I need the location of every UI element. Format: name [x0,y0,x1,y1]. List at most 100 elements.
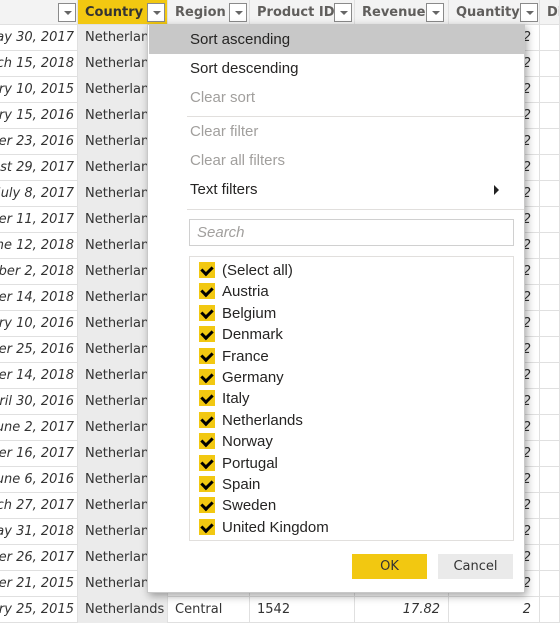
checkbox-checked-icon[interactable] [199,326,215,343]
cell-date: rch 15, 2018 [0,51,78,77]
date-text: ber 14, 2018 [0,368,74,383]
date-text: ber 16, 2017 [0,446,74,461]
value-list: (Select all) Austria Belgium Denmark France G… [189,256,514,541]
cell-extra [540,389,560,415]
date-text: ber 21, 2015 [0,576,74,591]
clear-filter-item[interactable]: Clear filter [149,117,524,146]
clear-sort-item[interactable]: Clear sort [149,83,524,112]
filter-option[interactable]: Sweden [199,495,276,516]
option-label: Sweden [222,497,277,515]
checkbox-checked-icon[interactable] [199,369,215,385]
date-text: une 12, 2018 [0,238,74,253]
option-label: Belgium [222,304,277,322]
cell-date: rch 27, 2017 [0,493,78,519]
filter-option[interactable]: Norway [199,431,273,452]
cell-extra [540,181,560,207]
cell-extra [540,259,560,285]
cell-extra [540,155,560,181]
cancel-button[interactable]: Cancel [438,554,513,579]
text-filters-label: Text filters [190,181,258,198]
filter-dropdown-button[interactable] [520,3,538,22]
date-text: rch 15, 2018 [0,56,74,71]
filter-dropdown-button[interactable] [229,3,247,22]
checkbox-checked-icon[interactable] [199,454,215,471]
cell-date: June 6, 2016 [0,467,78,493]
search-input[interactable]: Search [189,219,514,246]
cell-extra [540,441,560,467]
filter-option[interactable]: Germany [199,367,284,388]
option-label: (Select all) [222,262,293,279]
cell-extra [540,311,560,337]
filter-option[interactable]: Italy [199,388,250,409]
cell-extra [540,337,560,363]
date-text: May 31, 2018 [0,524,74,539]
checkbox-checked-icon[interactable] [199,433,215,450]
option-label: Norway [222,433,273,451]
cell-date: ary 10, 2015 [0,77,78,103]
checkbox-checked-icon[interactable] [199,411,215,428]
filter-option[interactable]: Austria [199,281,269,302]
cell-date: ust 29, 2017 [0,155,78,181]
date-text: mber 2, 2018 [0,264,74,279]
filter-dropdown-button[interactable] [147,3,165,22]
checkbox-checked-icon[interactable] [199,304,215,321]
filter-option[interactable]: France [199,346,269,367]
filter-dropdown-button[interactable] [334,3,352,22]
cell-extra [540,545,560,571]
checkbox-checked-icon[interactable] [199,497,215,514]
filter-option[interactable]: Belgium [199,303,276,324]
cell-date: ber 14, 2018 [0,363,78,389]
date-text: ary 15, 2016 [0,108,74,123]
separator [187,209,524,210]
cell-extra [540,415,560,441]
filter-option[interactable]: United Kingdom [199,517,329,538]
submenu-arrow-icon [494,185,499,195]
cell-date: ber 11, 2017 [0,207,78,233]
filter-option[interactable]: (Select all) [199,260,293,281]
option-label: Netherlands [222,411,303,429]
column-header[interactable]: Di [540,0,560,25]
option-label: Spain [222,476,261,493]
date-text: ber 25, 2016 [0,342,74,357]
date-text: ber 14, 2018 [0,290,74,305]
cell-date: ber 23, 2016 [0,129,78,155]
cell-extra [540,571,560,597]
cell-extra [540,519,560,545]
date-text: ary 10, 2016 [0,316,74,331]
text-filters-item[interactable]: Text filters [149,175,524,204]
checkbox-checked-icon[interactable] [199,283,215,300]
clear-all-filters-item[interactable]: Clear all filters [149,146,524,175]
cell-extra [540,207,560,233]
checkbox-checked-icon[interactable] [199,262,215,278]
cell-date: June 2, 2017 [0,415,78,441]
filter-option[interactable]: Denmark [199,324,283,345]
checkbox-checked-icon[interactable] [199,476,215,492]
checkbox-checked-icon[interactable] [199,518,215,535]
cell-region: Central [168,597,250,623]
cell-extra [540,363,560,389]
date-text: June 2, 2017 [0,420,74,435]
filter-option[interactable]: Netherlands [199,410,303,431]
filter-option[interactable]: Portugal [199,453,278,474]
date-text: rch 27, 2017 [0,498,74,513]
cell-date: ber 25, 2016 [0,337,78,363]
cell-extra [540,129,560,155]
cell-extra [540,51,560,77]
ok-button[interactable]: OK [352,554,427,579]
cell-date: July 8, 2017 [0,181,78,207]
cell-extra [540,233,560,259]
filter-dropdown-button[interactable] [58,3,76,22]
checkbox-checked-icon[interactable] [199,347,215,364]
sort-descending-item[interactable]: Sort descending [149,54,524,83]
cell-date: May 30, 2017 [0,25,78,51]
filter-option[interactable]: Spain [199,474,260,495]
date-text: pril 30, 2016 [0,394,74,409]
sort-ascending-item[interactable]: Sort ascending [149,25,524,54]
column-filter-menu: Sort ascending Sort descending Clear sor… [147,24,525,593]
cell-extra [540,77,560,103]
option-label: France [222,347,269,365]
checkbox-checked-icon[interactable] [199,390,215,407]
filter-dropdown-button[interactable] [426,3,444,22]
cell-date: pril 30, 2016 [0,389,78,415]
cell-extra [540,285,560,311]
